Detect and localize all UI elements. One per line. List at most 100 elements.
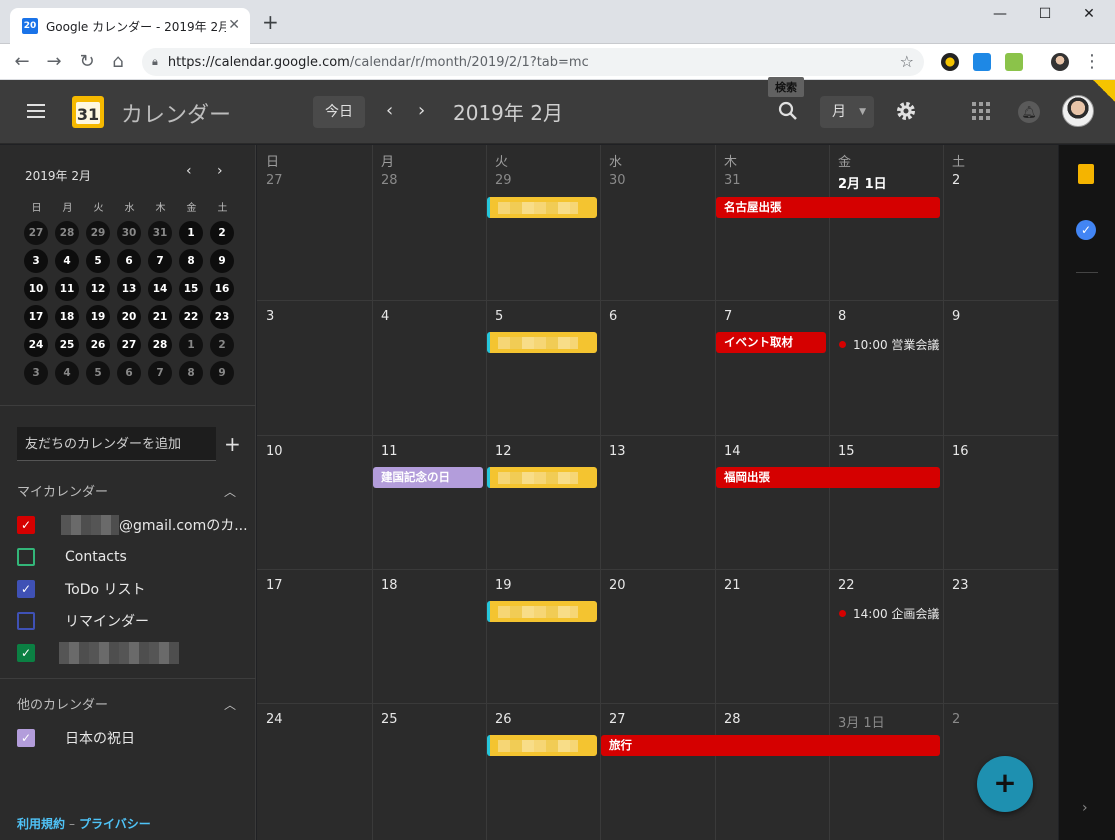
mini-day[interactable]: 23 xyxy=(210,305,234,329)
mini-day[interactable]: 6 xyxy=(117,249,141,273)
mini-next-month-button[interactable]: › xyxy=(217,163,223,179)
view-switcher-dropdown[interactable]: 月 ▼ xyxy=(820,96,874,128)
mini-day[interactable]: 4 xyxy=(55,249,79,273)
mini-day[interactable]: 2 xyxy=(210,221,234,245)
day-number[interactable]: 9 xyxy=(952,309,960,324)
mini-day[interactable]: 9 xyxy=(210,249,234,273)
mini-day[interactable]: 3 xyxy=(24,249,48,273)
day-number[interactable]: 4 xyxy=(381,309,389,324)
privacy-link[interactable]: プライバシー xyxy=(79,817,151,831)
mini-day[interactable]: 14 xyxy=(148,277,172,301)
extension-icon-1[interactable] xyxy=(941,53,959,71)
day-number[interactable]: 23 xyxy=(952,578,969,593)
event-chip[interactable]: 旅行 xyxy=(601,735,940,756)
mini-day[interactable]: 15 xyxy=(179,277,203,301)
tab-close-icon[interactable]: ✕ xyxy=(228,17,240,33)
today-button[interactable]: 今日 xyxy=(313,96,365,128)
other-calendars-title[interactable]: 他のカレンダー xyxy=(17,694,108,713)
day-number[interactable]: 30 xyxy=(609,173,626,188)
calendar-checkbox[interactable] xyxy=(17,612,35,630)
mini-day[interactable]: 27 xyxy=(24,221,48,245)
calendar-checkbox[interactable]: ✓ xyxy=(17,516,35,534)
day-number[interactable]: 27 xyxy=(266,173,283,188)
mini-day[interactable]: 7 xyxy=(148,249,172,273)
mini-prev-month-button[interactable]: ‹ xyxy=(186,163,192,179)
add-calendar-plus-icon[interactable]: + xyxy=(224,432,241,456)
timed-event[interactable]: 14:00 企画会議 xyxy=(839,605,939,622)
tasks-check-icon[interactable]: ✓ xyxy=(1076,220,1096,240)
mini-day[interactable]: 12 xyxy=(86,277,110,301)
mini-day[interactable]: 26 xyxy=(86,333,110,357)
mini-day[interactable]: 5 xyxy=(86,249,110,273)
event-chip[interactable] xyxy=(487,467,597,488)
extension-icon-2[interactable] xyxy=(973,53,991,71)
mini-day[interactable]: 4 xyxy=(55,361,79,385)
day-number[interactable]: 16 xyxy=(952,444,969,459)
day-number[interactable]: 18 xyxy=(381,578,398,593)
day-number[interactable]: 2 xyxy=(952,712,960,727)
mini-day[interactable]: 1 xyxy=(179,221,203,245)
mini-day[interactable]: 11 xyxy=(55,277,79,301)
mini-day[interactable]: 8 xyxy=(179,361,203,385)
day-number[interactable]: 7 xyxy=(724,309,732,324)
mini-day[interactable]: 22 xyxy=(179,305,203,329)
day-number[interactable]: 12 xyxy=(495,444,512,459)
mini-day[interactable]: 5 xyxy=(86,361,110,385)
mini-day[interactable]: 21 xyxy=(148,305,172,329)
day-number[interactable]: 22 xyxy=(838,578,855,593)
close-window-button[interactable]: ✕ xyxy=(1066,6,1112,22)
day-number[interactable]: 3月 1日 xyxy=(838,712,885,731)
expand-panel-chevron-icon[interactable]: › xyxy=(1082,800,1088,816)
calendar-list-item[interactable]: リマインダー xyxy=(17,610,149,632)
day-number[interactable]: 17 xyxy=(266,578,283,593)
day-number[interactable]: 10 xyxy=(266,444,283,459)
mini-day[interactable]: 31 xyxy=(148,221,172,245)
mini-day[interactable]: 3 xyxy=(24,361,48,385)
day-number[interactable]: 28 xyxy=(381,173,398,188)
home-icon[interactable]: ⌂ xyxy=(106,50,130,74)
mini-day[interactable]: 1 xyxy=(179,333,203,357)
calendar-list-item[interactable]: ✓ ToDo リスト xyxy=(17,578,146,600)
gear-icon[interactable] xyxy=(894,99,918,123)
account-avatar[interactable] xyxy=(1062,95,1094,127)
other-calendars-collapse-icon[interactable]: ︿ xyxy=(224,696,236,713)
calendar-list-item[interactable]: Contacts xyxy=(17,546,127,568)
day-number[interactable]: 29 xyxy=(495,173,512,188)
day-number[interactable]: 2 xyxy=(952,173,960,188)
mini-day[interactable]: 20 xyxy=(117,305,141,329)
day-number[interactable]: 2月 1日 xyxy=(838,173,887,192)
my-calendars-collapse-icon[interactable]: ︿ xyxy=(224,483,236,500)
profile-avatar-icon[interactable] xyxy=(1051,53,1069,71)
calendar-list-item[interactable]: ✓ xyxy=(17,642,179,664)
mini-day[interactable]: 8 xyxy=(179,249,203,273)
day-number[interactable]: 26 xyxy=(495,712,512,727)
day-number[interactable]: 11 xyxy=(381,444,398,459)
calendar-list-item[interactable]: ✓ @gmail.comのカ... xyxy=(17,514,248,536)
back-arrow-icon[interactable]: ← xyxy=(10,50,34,74)
day-number[interactable]: 21 xyxy=(724,578,741,593)
calendar-checkbox[interactable]: ✓ xyxy=(17,644,35,662)
event-chip[interactable] xyxy=(487,735,597,756)
google-apps-icon[interactable] xyxy=(972,102,990,120)
event-chip[interactable]: 福岡出張 xyxy=(716,467,940,488)
day-number[interactable]: 13 xyxy=(609,444,626,459)
day-number[interactable]: 28 xyxy=(724,712,741,727)
keep-icon[interactable] xyxy=(1078,164,1094,184)
url-input[interactable]: 🔒︎ https://calendar.google.com/calendar/… xyxy=(142,48,924,76)
mini-day[interactable]: 24 xyxy=(24,333,48,357)
mini-day[interactable]: 27 xyxy=(117,333,141,357)
day-number[interactable]: 15 xyxy=(838,444,855,459)
event-chip[interactable]: イベント取材 xyxy=(716,332,826,353)
mini-day[interactable]: 18 xyxy=(55,305,79,329)
mini-day[interactable]: 25 xyxy=(55,333,79,357)
day-number[interactable]: 20 xyxy=(609,578,626,593)
day-number[interactable]: 24 xyxy=(266,712,283,727)
day-number[interactable]: 5 xyxy=(495,309,503,324)
event-chip[interactable]: 名古屋出張 xyxy=(716,197,940,218)
event-chip[interactable] xyxy=(487,332,597,353)
maximize-button[interactable]: ☐ xyxy=(1022,6,1068,22)
mini-day[interactable]: 7 xyxy=(148,361,172,385)
event-chip[interactable] xyxy=(487,197,597,218)
calendar-checkbox[interactable] xyxy=(17,548,35,566)
mini-day[interactable]: 10 xyxy=(24,277,48,301)
